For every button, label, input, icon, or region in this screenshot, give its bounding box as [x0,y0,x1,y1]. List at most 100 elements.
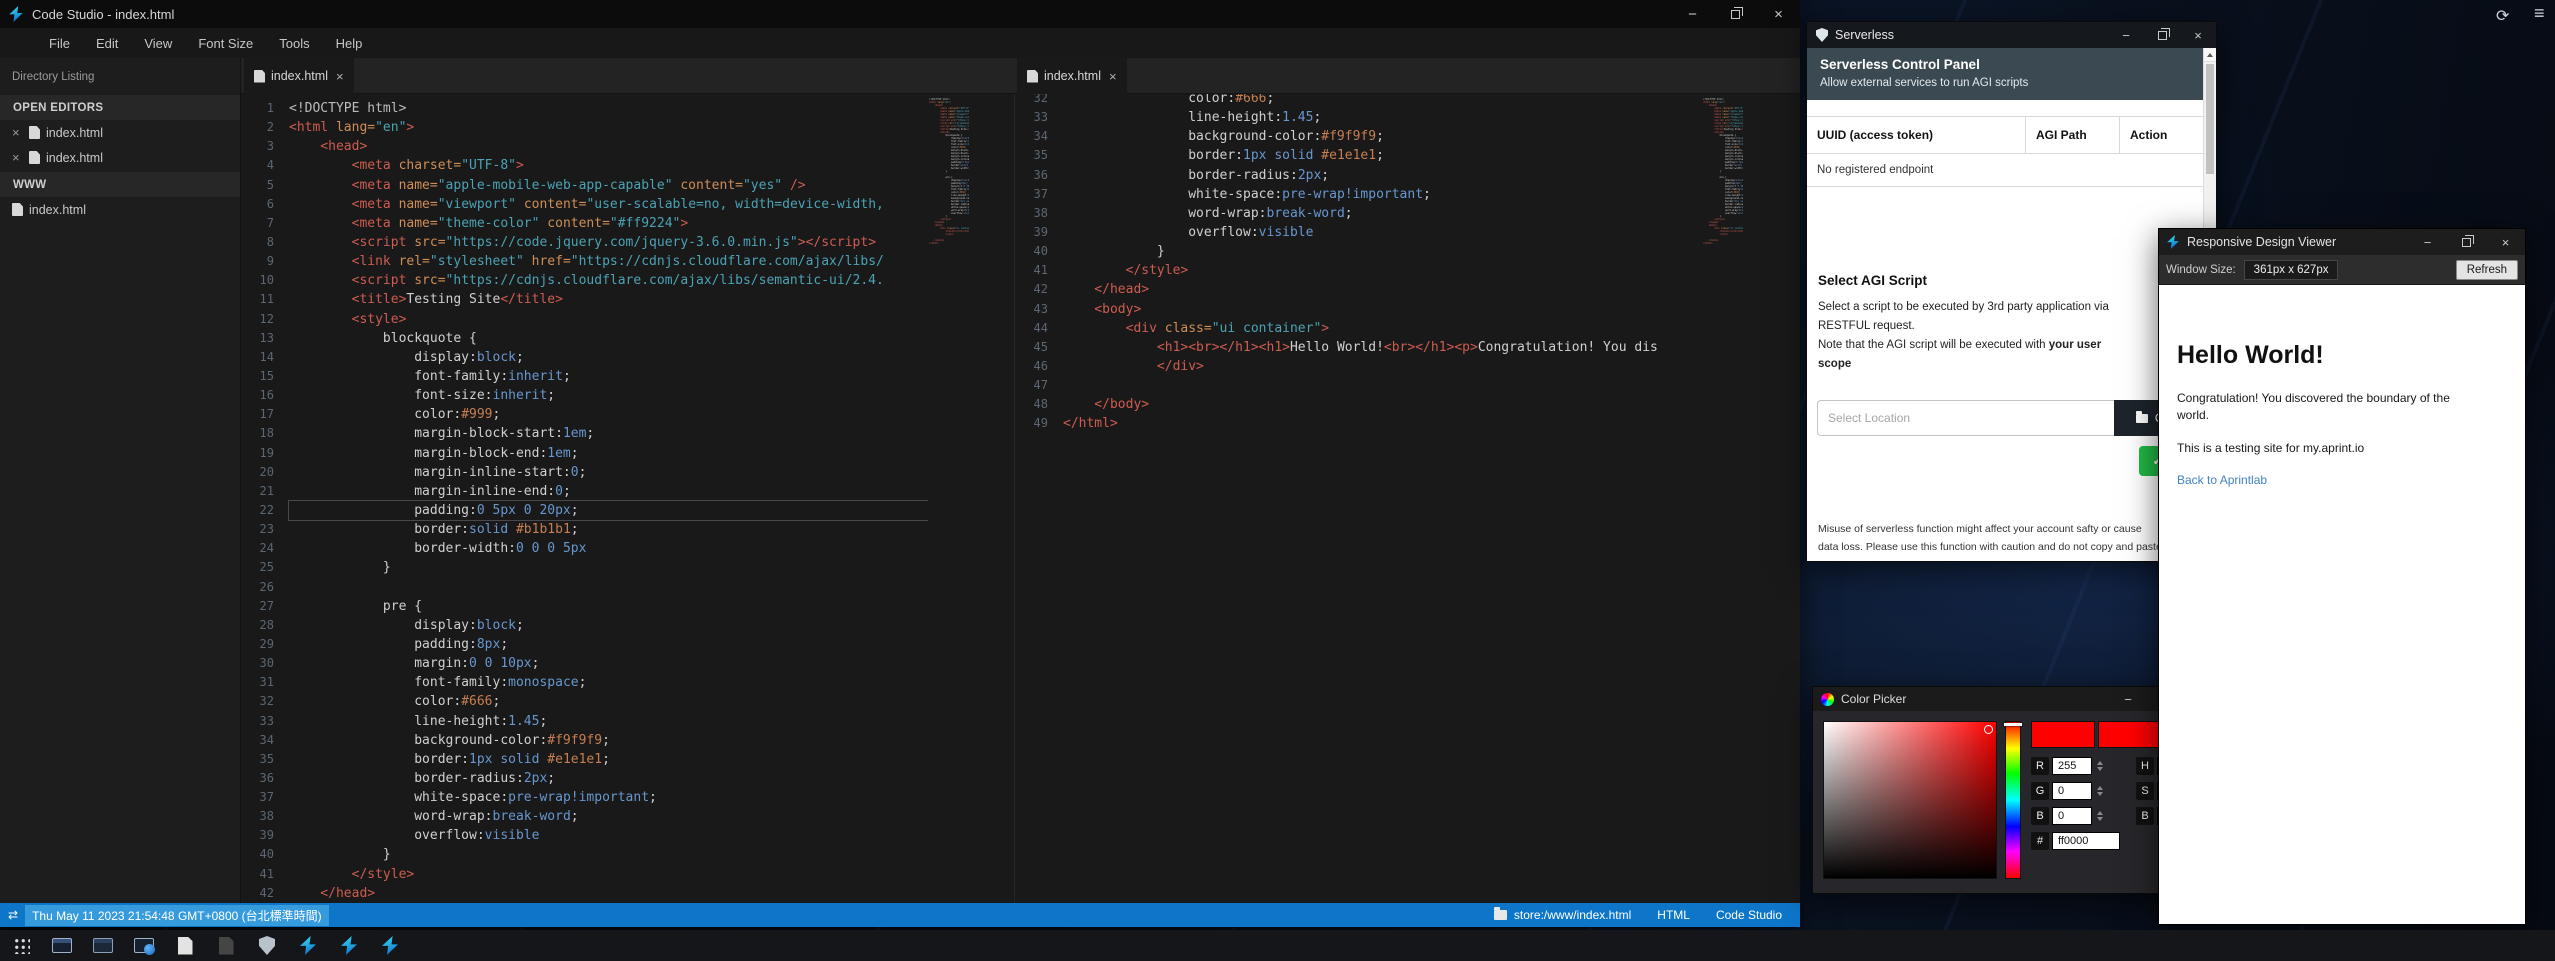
close-button[interactable]: × [2180,22,2216,48]
window-size-label: Window Size: [2166,264,2236,276]
editor-pane-right[interactable]: 32 color:#666;33 line-height:1.45;34 bac… [1014,94,1800,903]
code-studio-logo-icon [2166,235,2180,249]
title-bar[interactable]: Code Studio - index.html − × [0,0,1800,28]
line-number: 47 [1015,376,1063,395]
taskbar-app-launcher-icon[interactable] [9,934,33,958]
taskbar-apps-window-icon[interactable] [91,934,115,958]
sv-cursor[interactable] [1984,725,1993,734]
code-text: <body> [1063,300,1703,319]
color-swatch-current[interactable] [2031,721,2095,748]
tab-bar: index.html × index.html × [241,58,1800,94]
script-location-input[interactable] [1817,400,2114,436]
taskbar-browser-icon[interactable] [132,934,156,958]
code-text: <title>Testing Site</title> [289,290,928,309]
viewer-window-controls: − × [2408,229,2525,255]
taskbar-code-studio-3-icon[interactable] [378,934,402,958]
back-to-aprintlab-link[interactable]: Back to Aprintlab [2177,473,2267,487]
menu-view[interactable]: View [131,28,185,58]
status-app-name[interactable]: Code Studio [1716,908,1782,922]
window-size-value[interactable]: 361px x 627px [2244,260,2339,280]
line-number: 13 [241,329,289,348]
line-number: 7 [241,214,289,233]
saturation-value-area[interactable] [1823,721,1997,879]
code-line: 6 <meta name="viewport" content="user-sc… [241,195,928,214]
field-label: S [2136,782,2154,800]
color-swatch-previous[interactable] [2098,721,2162,748]
code-text: border:1px solid #e1e1e1; [1063,146,1703,165]
editor-pane-left[interactable]: 1<!DOCTYPE html>2<html lang="en">3 <head… [241,94,1014,903]
minimap[interactable]: <!DOCTYPE html><html lang="en"> <head> <… [929,98,969,245]
close-button[interactable]: × [1757,0,1800,28]
status-language[interactable]: HTML [1657,908,1690,922]
field-value-input[interactable]: 0 [2052,807,2092,825]
taskbar-code-studio-1-icon[interactable] [296,934,320,958]
hue-slider-thumb[interactable] [2004,723,2022,726]
taskbar-files-window-icon[interactable] [50,934,74,958]
menu-icon[interactable]: ≡ [2534,3,2545,24]
menu-font-size[interactable]: Font Size [185,28,266,58]
close-file-icon[interactable]: × [12,125,26,140]
taskbar-code-studio-2-icon[interactable] [337,934,361,958]
code-line: 45 <h1><br></h1><h1>Hello World!<br></h1… [1015,338,1703,357]
code-line: 33 line-height:1.45; [241,712,928,731]
hue-slider[interactable] [2005,721,2021,879]
close-button[interactable]: × [2486,229,2525,255]
taskbar-text-document-icon[interactable] [173,934,197,958]
spinner-icon[interactable] [2095,782,2104,800]
status-file[interactable]: store:/www/index.html [1494,908,1631,922]
spinner-icon[interactable] [2095,807,2104,825]
minimize-button[interactable]: − [1671,0,1714,28]
field-value-input[interactable]: 255 [2052,757,2092,775]
minimize-button[interactable]: − [2408,229,2447,255]
code-text: line-height:1.45; [289,712,928,731]
code-line: 12 <style> [241,310,928,329]
maximize-button[interactable] [2447,229,2486,255]
taskbar-serverless-icon[interactable] [255,934,279,958]
scroll-up-icon[interactable] [2204,48,2216,62]
tab-label: index.html [271,69,328,83]
tab-index-html-right[interactable]: index.html × [1017,58,1127,94]
close-file-icon[interactable]: × [12,150,26,165]
main-body: Directory Listing OPEN EDITORS×index.htm… [0,58,1800,903]
sidebar-section-www[interactable]: WWW [0,172,240,197]
tab-close-icon[interactable]: × [336,69,344,84]
refresh-button[interactable]: Refresh [2456,260,2518,280]
sidebar-file-item[interactable]: ×index.html [0,120,240,145]
maximize-icon [2158,31,2167,40]
line-number: 46 [1015,357,1063,376]
maximize-button[interactable] [2144,22,2180,48]
refresh-icon[interactable]: ⟳ [2496,6,2509,26]
status-datetime[interactable]: Thu May 11 2023 21:54:48 GMT+0800 (台北標準時… [25,905,329,926]
hex-value-input[interactable]: ff0000 [2052,832,2120,850]
restore-button[interactable] [1714,0,1757,28]
tab-index-html-left[interactable]: index.html × [244,58,354,94]
minimize-button[interactable]: − [2108,22,2144,48]
minimize-button[interactable]: − [2108,687,2148,711]
sidebar-file-item[interactable]: index.html [0,197,240,222]
sidebar-section-open-editors[interactable]: OPEN EDITORS [0,95,240,120]
code-text: overflow:visible [1063,223,1703,242]
remote-icon[interactable]: ⇄ [8,908,18,922]
menu-edit[interactable]: Edit [83,28,131,58]
editor-panes: 1<!DOCTYPE html>2<html lang="en">3 <head… [241,94,1800,903]
menu-file[interactable]: File [36,28,83,58]
minimap[interactable]: <!DOCTYPE html><html lang="en"> <head> <… [1703,98,1743,245]
spinner-icon[interactable] [2095,757,2104,775]
endpoint-table-header: UUID (access token) AGI Path Action [1807,117,2216,154]
taskbar-dark-document-icon[interactable] [214,934,238,958]
code-text: <script src="https://cdnjs.cloudflare.co… [289,271,928,290]
serverless-header: Serverless Control Panel Allow external … [1807,48,2216,100]
field-value-input[interactable]: 0 [2052,782,2092,800]
code-line: 46 </div> [1015,357,1703,376]
tab-close-icon[interactable]: × [1109,69,1117,84]
code-text: <script src="https://code.jquery.com/jqu… [289,233,928,252]
scrollbar-thumb[interactable] [2206,64,2214,174]
viewer-title-bar[interactable]: Responsive Design Viewer − × [2159,229,2525,255]
line-number: 38 [241,807,289,826]
sidebar-file-item[interactable]: ×index.html [0,145,240,170]
serverless-title-bar[interactable]: Serverless − × [1807,22,2216,48]
code-text: <head> [289,137,928,156]
menu-tools[interactable]: Tools [266,28,322,58]
code-line: 24 border-width:0 0 0 5px [241,539,928,558]
menu-help[interactable]: Help [323,28,376,58]
